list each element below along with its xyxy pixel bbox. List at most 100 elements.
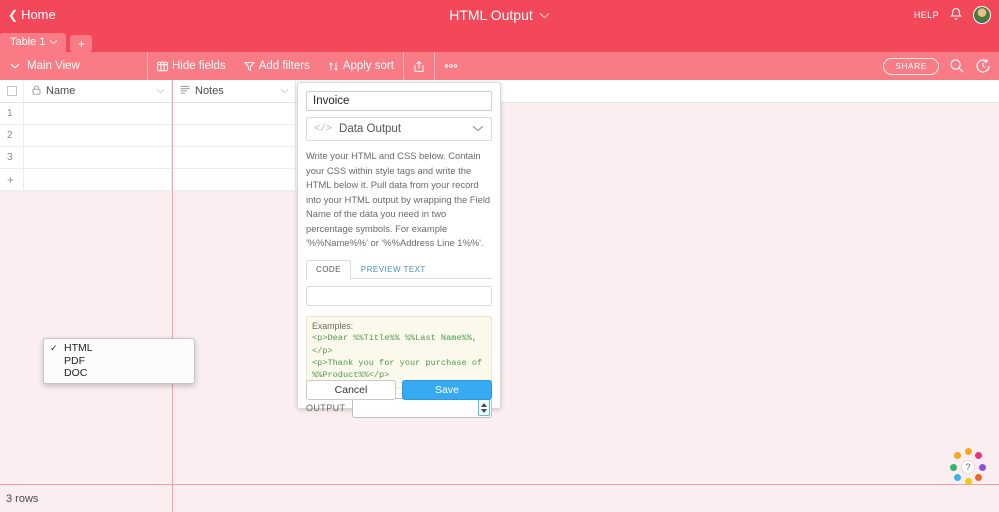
editor-tabs: CODE PREVIEW TEXT bbox=[306, 260, 492, 281]
field-type-selector[interactable]: </> Data Output bbox=[306, 117, 492, 141]
dropdown-option-html-label: HTML bbox=[64, 342, 93, 355]
output-format-dropdown-menu[interactable]: ✓ HTML PDF DOC bbox=[43, 338, 195, 384]
sort-arrows-icon bbox=[328, 61, 339, 72]
examples-label: Examples: bbox=[312, 321, 354, 332]
cell-name[interactable] bbox=[24, 103, 172, 124]
add-filters-label: Add filters bbox=[258, 60, 310, 72]
panel-action-buttons: Cancel Save bbox=[306, 380, 492, 400]
status-bar: 3 rows bbox=[0, 485, 999, 512]
cancel-button[interactable]: Cancel bbox=[306, 380, 396, 400]
save-button[interactable]: Save bbox=[402, 380, 492, 400]
search-icon[interactable] bbox=[949, 58, 965, 74]
cell-notes[interactable] bbox=[172, 103, 296, 124]
help-dot-5 bbox=[964, 478, 972, 485]
apply-sort-button[interactable]: Apply sort bbox=[319, 52, 403, 80]
view-selector[interactable]: Main View bbox=[0, 52, 148, 80]
cell-notes[interactable] bbox=[172, 125, 296, 146]
field-name-input[interactable] bbox=[306, 91, 492, 111]
output-format-row: OUTPUT bbox=[306, 397, 492, 418]
add-row-button[interactable]: + bbox=[0, 169, 24, 190]
cell-name-empty bbox=[24, 169, 172, 190]
row-number: 3 bbox=[0, 147, 24, 168]
row-number: 1 bbox=[0, 103, 24, 124]
chevron-down-icon[interactable] bbox=[539, 6, 550, 24]
help-dot-3 bbox=[979, 463, 986, 471]
tab-code[interactable]: CODE bbox=[306, 260, 351, 281]
help-dot-6 bbox=[954, 474, 961, 481]
row-number: 2 bbox=[0, 125, 24, 146]
more-options-button[interactable] bbox=[435, 52, 467, 80]
help-dot-4 bbox=[975, 474, 982, 481]
page-title[interactable]: HTML Output bbox=[449, 7, 533, 23]
code-input[interactable] bbox=[306, 286, 492, 307]
columns-icon bbox=[157, 61, 168, 72]
chevron-down-icon bbox=[10, 60, 20, 72]
chevron-down-icon[interactable] bbox=[280, 85, 289, 97]
revision-history-icon[interactable] bbox=[975, 58, 991, 74]
long-text-icon bbox=[180, 85, 190, 97]
output-stepper-icon[interactable] bbox=[478, 399, 490, 417]
dropdown-option-pdf[interactable]: PDF bbox=[44, 355, 194, 368]
table-tab-table-1[interactable]: Table 1 bbox=[0, 33, 67, 52]
share-view-button[interactable] bbox=[404, 52, 434, 80]
cell-name[interactable] bbox=[24, 125, 172, 146]
grid-vertical-rule bbox=[172, 80, 173, 484]
table-tab-strip: Table 1 + bbox=[0, 29, 999, 52]
view-name-label: Main View bbox=[27, 60, 80, 72]
dropdown-option-html[interactable]: ✓ HTML bbox=[44, 342, 194, 355]
panel-description: Write your HTML and CSS below. Contain y… bbox=[306, 150, 491, 249]
home-label: Home bbox=[21, 7, 56, 22]
view-toolbar: Main View Hide fields Add filters Apply … bbox=[0, 52, 999, 80]
output-label: OUTPUT bbox=[306, 402, 346, 413]
code-brackets-icon: </> bbox=[314, 123, 333, 135]
examples-code: <p>Dear %%Title%% %%Last Name%%,</p> <p>… bbox=[312, 333, 483, 381]
examples-box: Examples: <p>Dear %%Title%% %%Last Name%… bbox=[306, 316, 492, 389]
dropdown-option-pdf-label: PDF bbox=[64, 354, 85, 367]
column-header-name[interactable]: Name bbox=[24, 80, 172, 102]
top-bar-actions: HELP bbox=[914, 0, 991, 29]
help-dot-8 bbox=[954, 452, 961, 459]
apply-sort-label: Apply sort bbox=[342, 60, 394, 72]
table-tab-label: Table 1 bbox=[10, 36, 46, 48]
cell-name[interactable] bbox=[24, 147, 172, 168]
chevron-down-icon[interactable] bbox=[49, 36, 58, 48]
chevron-down-icon[interactable] bbox=[472, 123, 484, 135]
home-back-link[interactable]: ❮ Home bbox=[8, 7, 56, 22]
notification-bell-icon[interactable] bbox=[949, 7, 963, 22]
filter-funnel-icon bbox=[243, 61, 255, 72]
cell-notes-empty bbox=[172, 169, 296, 190]
output-format-select[interactable] bbox=[352, 397, 492, 418]
field-editor-panel: </> Data Output Write your HTML and CSS … bbox=[297, 82, 501, 418]
app-title-container: HTML Output bbox=[0, 0, 999, 29]
share-button[interactable]: SHARE bbox=[883, 57, 939, 75]
chevron-down-icon[interactable] bbox=[156, 85, 165, 97]
top-bar: ❮ Home HTML Output HELP bbox=[0, 0, 999, 29]
help-question-icon[interactable]: ? bbox=[961, 460, 975, 474]
help-dot-2 bbox=[975, 452, 982, 459]
user-avatar[interactable] bbox=[973, 5, 991, 24]
select-all-cell[interactable] bbox=[0, 80, 24, 102]
help-dot-1 bbox=[964, 448, 972, 455]
check-icon: ✓ bbox=[50, 342, 58, 353]
stepper-down-arrow[interactable] bbox=[481, 408, 487, 413]
lock-icon bbox=[32, 85, 41, 98]
add-table-button[interactable]: + bbox=[70, 35, 93, 52]
chevron-left-icon: ❮ bbox=[8, 7, 19, 22]
help-widget[interactable]: ? bbox=[948, 447, 988, 487]
cell-notes[interactable] bbox=[172, 147, 296, 168]
column-header-notes-label: Notes bbox=[195, 85, 224, 97]
stepper-up-arrow[interactable] bbox=[481, 402, 487, 407]
help-dot-7 bbox=[950, 463, 957, 471]
field-type-label: Data Output bbox=[339, 123, 402, 135]
share-upload-icon bbox=[413, 60, 425, 73]
tab-preview-text[interactable]: PREVIEW TEXT bbox=[351, 260, 436, 278]
select-all-checkbox[interactable] bbox=[6, 86, 17, 96]
output-select-box[interactable] bbox=[352, 397, 492, 418]
help-button[interactable]: HELP bbox=[914, 10, 939, 20]
dropdown-option-doc[interactable]: DOC bbox=[44, 367, 194, 380]
column-header-name-label: Name bbox=[46, 85, 76, 97]
add-filters-button[interactable]: Add filters bbox=[235, 52, 319, 80]
status-vertical-rule bbox=[172, 485, 173, 512]
column-header-notes[interactable]: Notes bbox=[172, 80, 296, 102]
hide-fields-button[interactable]: Hide fields bbox=[148, 52, 235, 80]
